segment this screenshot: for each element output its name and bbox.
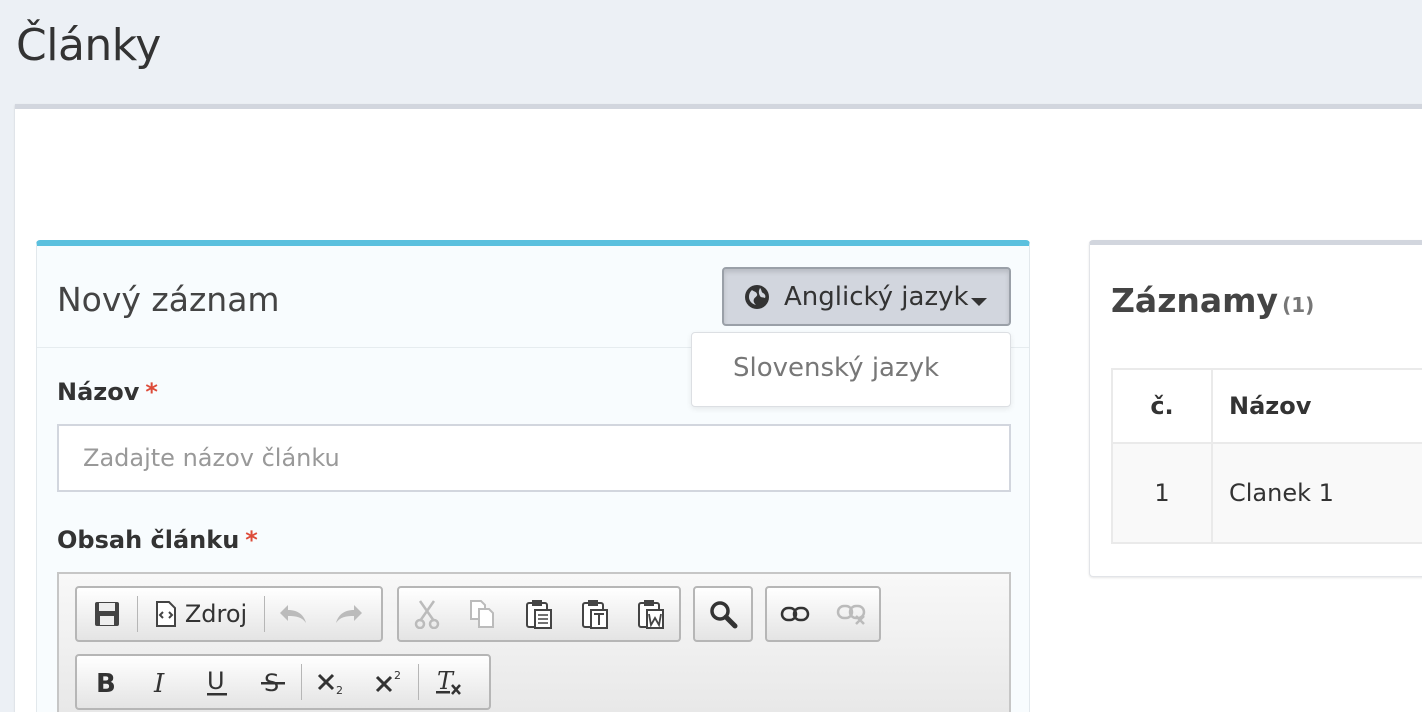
undo-button[interactable] [265,588,321,640]
toolbar-group-clipboard [397,586,681,642]
unlink-button[interactable] [823,588,879,640]
paste-text-button[interactable] [567,588,623,640]
italic-button[interactable]: I [133,656,189,708]
paste-button[interactable] [511,588,567,640]
find-icon [710,601,738,629]
required-mark: * [145,378,158,406]
svg-text:2: 2 [336,684,343,695]
link-button[interactable] [767,588,823,640]
find-button[interactable] [695,588,751,640]
language-menu-item-slovak[interactable]: Slovenský jazyk [733,353,939,383]
remove-format-button[interactable]: T [419,656,479,708]
redo-icon [336,605,362,623]
name-label: Názov * [57,378,158,406]
page-title: Články [16,20,161,71]
toolbar-group-links [765,586,881,642]
name-input[interactable] [57,424,1011,492]
remove-format-icon: T [436,667,461,695]
cut-icon [414,600,440,629]
content-label-text: Obsah článku [57,526,240,554]
records-title-text: Záznamy [1111,281,1279,320]
required-mark: * [245,526,258,554]
content-label: Obsah článku * [57,526,258,554]
column-header-number[interactable]: č. [1111,368,1213,444]
svg-text:U: U [207,667,225,695]
language-dropdown-button[interactable]: Anglický jazyk [722,267,1011,326]
new-record-panel: Nový záznam Anglický jazyk Slovenský jaz… [36,240,1030,712]
unlink-icon [836,604,866,625]
records-panel: Záznamy (1) č. Názov 1 Clanek 1 [1089,240,1422,577]
row-name: Clanek 1 [1211,442,1422,544]
superscript-icon: 2 [375,669,401,693]
toolbar-group-document: Zdroj [75,586,383,642]
source-label: Zdroj [184,600,248,628]
globe-icon [745,284,769,309]
records-table: č. Názov 1 Clanek 1 [1111,368,1422,544]
italic-icon: I [153,669,165,695]
link-icon [780,606,810,622]
underline-button[interactable]: U [189,656,245,708]
language-menu: Slovenský jazyk [691,332,1011,407]
rich-text-editor[interactable]: Zdroj B I U 2 2 T [57,572,1011,712]
copy-icon [470,600,494,628]
new-record-title: Nový záznam [57,280,280,319]
svg-text:T: T [437,667,455,695]
source-button[interactable]: Zdroj [138,588,264,640]
svg-text:B: B [96,669,116,695]
paste-word-button[interactable] [623,588,679,640]
table-row[interactable]: 1 Clanek 1 [1111,442,1422,544]
svg-text:I: I [153,669,165,695]
cut-button[interactable] [399,588,455,640]
row-number: 1 [1111,442,1213,544]
paste-word-icon [638,600,664,629]
toolbar-group-basicstyles: B I U S 2 2 T [75,654,491,710]
save-icon [95,602,119,626]
column-header-name[interactable]: Názov [1211,368,1422,444]
strike-icon: S [261,669,285,696]
paste-text-icon [582,600,608,629]
paste-icon [526,600,552,629]
undo-icon [280,605,306,623]
source-icon [155,601,176,627]
language-button-label: Anglický jazyk [784,281,969,312]
bold-icon: B [96,669,116,695]
copy-button[interactable] [455,588,511,640]
toolbar-group-find [693,586,753,642]
records-count: (1) [1282,293,1315,317]
name-label-text: Názov [57,378,140,406]
redo-button[interactable] [321,588,377,640]
superscript-button[interactable]: 2 [362,656,418,708]
strike-button[interactable]: S [245,656,301,708]
subscript-button[interactable]: 2 [302,656,362,708]
caret-down-icon [971,298,987,306]
subscript-icon: 2 [317,673,343,695]
svg-text:2: 2 [394,669,401,682]
table-header-row: č. Názov [1111,368,1422,444]
bold-button[interactable]: B [77,656,133,708]
save-button[interactable] [77,588,137,640]
underline-icon: U [207,667,227,696]
records-title: Záznamy (1) [1111,281,1314,320]
